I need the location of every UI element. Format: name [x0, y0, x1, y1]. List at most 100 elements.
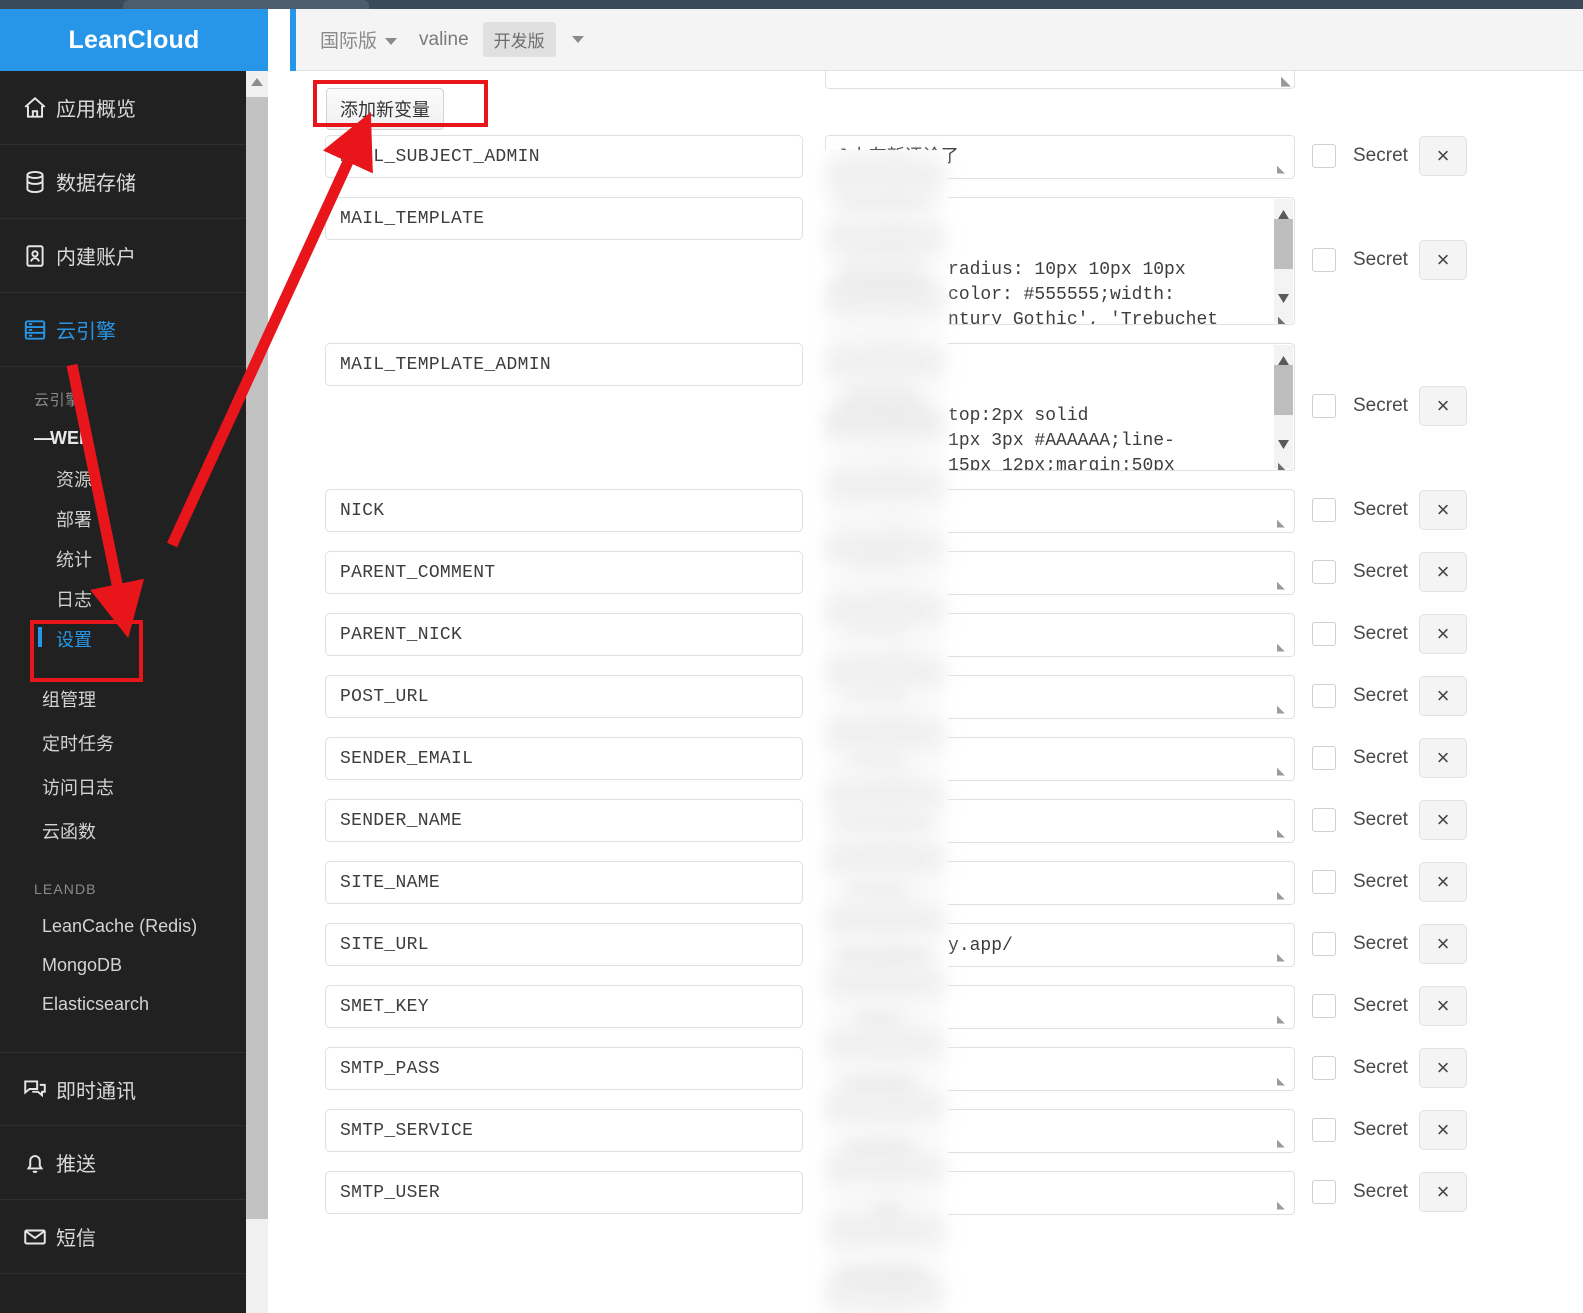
- variable-name-input[interactable]: SMTP_PASS: [325, 1047, 803, 1090]
- brand-logo[interactable]: LeanCloud: [0, 9, 268, 71]
- sidebar-scrollbar-thumb[interactable]: [246, 97, 268, 1219]
- sidebar-item-instant-messaging[interactable]: 即时通讯: [0, 1052, 268, 1126]
- sidebar-item-sms[interactable]: 短信: [0, 1200, 268, 1274]
- sidebar-item-mongodb[interactable]: MongoDB: [0, 946, 268, 985]
- variable-name-input[interactable]: SMET_KEY: [325, 985, 803, 1028]
- sidebar-item-access-logs[interactable]: 访问日志: [0, 765, 268, 809]
- resize-grip-icon[interactable]: ◣: [1281, 74, 1291, 87]
- sidebar-item-app-overview[interactable]: 应用概览: [0, 71, 268, 145]
- variable-name-input[interactable]: NICK: [325, 489, 803, 532]
- resize-grip-icon[interactable]: ◣: [1277, 951, 1291, 965]
- secret-checkbox[interactable]: [1312, 144, 1336, 168]
- resize-grip-icon[interactable]: ◣: [1277, 703, 1291, 717]
- tree-node-web[interactable]: — WEB: [0, 420, 268, 459]
- scroll-up-arrow-icon[interactable]: [1277, 350, 1290, 365]
- variable-value-textarea[interactable]: EW ◣: [825, 985, 1295, 1029]
- delete-variable-button[interactable]: ×: [1419, 240, 1467, 280]
- secret-checkbox[interactable]: [1312, 248, 1336, 272]
- resize-grip-icon[interactable]: ◣: [1277, 163, 1291, 177]
- delete-variable-button[interactable]: ×: [1419, 924, 1467, 964]
- variable-value-textarea[interactable]: ◣: [825, 675, 1295, 719]
- secret-checkbox[interactable]: [1312, 808, 1336, 832]
- sidebar-item-leancache[interactable]: LeanCache (Redis): [0, 907, 268, 946]
- variable-value-textarea[interactable]: ◣: [825, 613, 1295, 657]
- resize-grip-icon[interactable]: ◣: [1277, 1199, 1291, 1213]
- delete-variable-button[interactable]: ×: [1419, 738, 1467, 778]
- delete-variable-button[interactable]: ×: [1419, 1110, 1467, 1150]
- variable-name-input[interactable]: SENDER_NAME: [325, 799, 803, 842]
- sidebar-item-data-storage[interactable]: 数据存储: [0, 145, 268, 219]
- delete-variable-button[interactable]: ×: [1419, 136, 1467, 176]
- secret-checkbox[interactable]: [1312, 560, 1336, 584]
- textarea-scrollbar[interactable]: ◣: [1274, 199, 1293, 324]
- scroll-up-arrow-icon[interactable]: [1277, 204, 1290, 219]
- variable-value-textarea[interactable]: ◣: [825, 489, 1295, 533]
- sidebar-item-stats[interactable]: 统计: [0, 539, 268, 579]
- delete-variable-button[interactable]: ×: [1419, 986, 1467, 1026]
- delete-variable-button[interactable]: ×: [1419, 614, 1467, 654]
- add-variable-button[interactable]: 添加新变量: [326, 88, 444, 130]
- variable-name-input[interactable]: PARENT_NICK: [325, 613, 803, 656]
- variable-name-input[interactable]: MAIL_TEMPLATE_ADMIN: [325, 343, 803, 386]
- app-chevron-down-icon[interactable]: [571, 36, 584, 43]
- resize-grip-icon[interactable]: ◣: [1277, 1137, 1291, 1151]
- secret-checkbox[interactable]: [1312, 746, 1336, 770]
- resize-grip-icon[interactable]: ◣: [1277, 1013, 1291, 1027]
- variable-name-input[interactable]: SMTP_USER: [325, 1171, 803, 1214]
- secret-checkbox[interactable]: [1312, 394, 1336, 418]
- variable-name-input[interactable]: SMTP_SERVICE: [325, 1109, 803, 1152]
- variable-name-input[interactable]: SITE_URL: [325, 923, 803, 966]
- textarea-scrollbar-thumb[interactable]: [1274, 219, 1293, 269]
- variable-value-textarea[interactable]: ◣: [825, 1109, 1295, 1153]
- region-selector[interactable]: 国际版: [320, 26, 398, 53]
- variable-value-textarea[interactable]: 客 ◣: [825, 861, 1295, 905]
- variable-name-input[interactable]: PARENT_COMMENT: [325, 551, 803, 594]
- browser-tab[interactable]: [123, 0, 369, 9]
- resize-grip-icon[interactable]: ◣: [1277, 579, 1291, 593]
- variable-name-input[interactable]: SITE_NAME: [325, 861, 803, 904]
- sidebar-item-builtin-account[interactable]: 内建账户: [0, 219, 268, 293]
- variable-value-textarea[interactable]: gpo.netlify.app/◣: [825, 923, 1295, 967]
- delete-variable-button[interactable]: ×: [1419, 676, 1467, 716]
- delete-variable-button[interactable]: ×: [1419, 490, 1467, 530]
- resize-grip-icon[interactable]: ◣: [1277, 889, 1291, 903]
- scroll-up-arrow-icon[interactable]: [249, 75, 265, 89]
- resize-grip-icon[interactable]: ◣: [1277, 765, 1291, 779]
- delete-variable-button[interactable]: ×: [1419, 552, 1467, 592]
- sidebar-item-group-management[interactable]: 组管理: [0, 677, 268, 721]
- sidebar-item-cloud-functions[interactable]: 云函数: [0, 809, 268, 853]
- secret-checkbox[interactable]: [1312, 870, 1336, 894]
- secret-checkbox[interactable]: [1312, 622, 1336, 646]
- scroll-down-arrow-icon[interactable]: [1277, 434, 1290, 449]
- secret-checkbox[interactable]: [1312, 994, 1336, 1018]
- variable-value-textarea[interactable]: com ◣: [825, 737, 1295, 781]
- variable-name-input[interactable]: POST_URL: [325, 675, 803, 718]
- resize-grip-icon[interactable]: ◣: [1278, 454, 1292, 470]
- delete-variable-button[interactable]: ×: [1419, 386, 1467, 426]
- secret-checkbox[interactable]: [1312, 684, 1336, 708]
- textarea-scrollbar-thumb[interactable]: [1274, 365, 1293, 415]
- sidebar-item-settings[interactable]: 设置: [0, 619, 268, 659]
- sidebar-item-push[interactable]: 推送: [0, 1126, 268, 1200]
- sidebar-item-deploy[interactable]: 部署: [0, 499, 268, 539]
- sidebar-item-elasticsearch[interactable]: Elasticsearch: [0, 985, 268, 1024]
- sidebar-item-resources[interactable]: 资源: [0, 459, 268, 499]
- secret-checkbox[interactable]: [1312, 1118, 1336, 1142]
- resize-grip-icon[interactable]: ◣: [1277, 1075, 1291, 1089]
- secret-checkbox[interactable]: [1312, 498, 1336, 522]
- delete-variable-button[interactable]: ×: [1419, 1172, 1467, 1212]
- secret-checkbox[interactable]: [1312, 1180, 1336, 1204]
- delete-variable-button[interactable]: ×: [1419, 800, 1467, 840]
- sidebar-item-scheduled-tasks[interactable]: 定时任务: [0, 721, 268, 765]
- resize-grip-icon[interactable]: ◣: [1277, 641, 1291, 655]
- variable-value-textarea[interactable]: d> e="border-radius: 10px 10px 10px ize:…: [825, 197, 1295, 325]
- scroll-down-arrow-icon[interactable]: [1277, 288, 1290, 303]
- secret-checkbox[interactable]: [1312, 1056, 1336, 1080]
- sidebar-item-logs[interactable]: 日志: [0, 579, 268, 619]
- variable-value-textarea[interactable]: ◣: [825, 799, 1295, 843]
- textarea-scrollbar[interactable]: ◣: [1274, 345, 1293, 470]
- variable-value-textarea[interactable]: }上有新评论了 ◣: [825, 135, 1295, 179]
- resize-grip-icon[interactable]: ◣: [1277, 517, 1291, 531]
- variable-name-input[interactable]: MAIL_TEMPLATE: [325, 197, 803, 240]
- delete-variable-button[interactable]: ×: [1419, 862, 1467, 902]
